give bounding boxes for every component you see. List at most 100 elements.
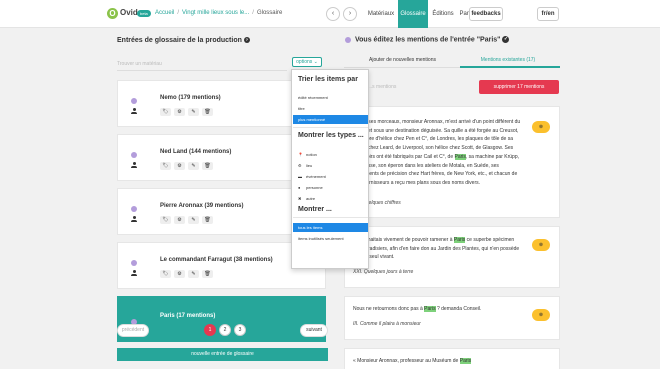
mention-card: Je souhaitais vivement de pouvoir ramene…	[344, 226, 560, 288]
tag-icon[interactable]: 🏷	[160, 162, 171, 170]
new-glossary-entry-button[interactable]: nouvelle entrée de glossaire	[117, 348, 328, 361]
entry-name: Paris (17 mentions)	[160, 313, 216, 319]
feedbacks-button[interactable]: feedbacks	[469, 7, 503, 21]
trash-icon[interactable]: 🗑	[202, 270, 213, 278]
mention-source: XXI. Quelques jours à terre	[353, 269, 414, 275]
trash-icon[interactable]: 🗑	[202, 162, 213, 170]
show-option-all[interactable]: tous les items	[293, 223, 368, 232]
page-3-button[interactable]: 3	[234, 324, 246, 336]
settings-icon[interactable]: ⚙	[174, 270, 185, 278]
tab-underline	[344, 67, 460, 68]
mention-card: ...e de ses morceaux, monsieur Aronnax, …	[344, 106, 560, 218]
glossary-title-text: Entrées de glossaire de la production	[117, 37, 242, 44]
breadcrumb: Accueil / Vingt mille lieux sous le... / Glo…	[155, 10, 283, 16]
mention-text: ...e de ses morceaux, monsieur Aronnax, …	[353, 119, 521, 186]
filter-underline	[117, 70, 287, 71]
sort-header: Trier les items par	[298, 76, 358, 83]
page-2-button[interactable]: 2	[219, 324, 231, 336]
breadcrumb-home[interactable]: Accueil	[155, 10, 174, 16]
show-option-unused[interactable]: items inutilisés seulement	[293, 234, 368, 243]
divider	[293, 217, 368, 218]
edit-icon[interactable]: ✎	[188, 216, 199, 224]
mention-text: Nous ne retournons donc pas à Paris ? de…	[353, 306, 482, 312]
entry-name: Nemo (179 mentions)	[160, 95, 221, 101]
mention-text: « Monsieur Aronnax, professeur au Muséum…	[353, 358, 472, 364]
entry-actions: 🏷 ⚙ ✎ 🗑	[160, 162, 216, 170]
entry-actions: 🏷 ⚙ ✎ 🗑	[160, 216, 216, 224]
settings-icon[interactable]: ⚙	[174, 216, 185, 224]
type-option-notion[interactable]: 📍 notion	[293, 150, 368, 159]
previous-page-button[interactable]: précédent	[117, 324, 149, 337]
edit-icon[interactable]: ✎	[188, 162, 199, 170]
mention-highlight: Paris	[453, 237, 466, 243]
type-option-evenement[interactable]: ▬ événement	[293, 172, 368, 181]
filter-input[interactable]: Trouver un matériau	[117, 61, 162, 67]
sort-option-most-mentioned[interactable]: plus mentionné	[293, 115, 368, 124]
options-button[interactable]: options ⌄	[292, 57, 322, 67]
nav-materiaux[interactable]: Matériaux	[366, 0, 396, 28]
options-dropdown: Trier les items par édité récemment titr…	[291, 69, 369, 269]
mention-highlight: Paris	[424, 306, 436, 312]
pagination: précédent 1 2 3 suivant	[117, 324, 329, 340]
divider	[293, 127, 368, 128]
remove-mention-button[interactable]: ⊗	[532, 121, 550, 133]
mention-highlight: Paris	[454, 153, 466, 160]
trash-icon[interactable]: 🗑	[202, 108, 213, 116]
entry-name: Ned Land (144 mentions)	[160, 149, 232, 155]
pin-icon: 📍	[298, 152, 303, 157]
entry-actions: 🏷 ⚙ ✎ 🗑	[160, 270, 216, 278]
nav-editions[interactable]: Éditions	[430, 0, 456, 28]
type-option-lieu[interactable]: ⚙ lieu	[293, 161, 368, 170]
top-navbar: O Ovide beta Accueil / Vingt mille lieux s…	[0, 0, 660, 28]
person-icon: ●	[298, 185, 301, 190]
entry-color-dot	[131, 152, 137, 158]
next-arrow-button[interactable]: ›	[343, 7, 357, 21]
beta-badge: beta	[137, 10, 151, 17]
edit-icon[interactable]: ✎	[188, 270, 199, 278]
mention-text: Je souhaitais vivement de pouvoir ramene…	[353, 237, 520, 261]
remove-mention-button[interactable]: ⊗	[532, 309, 550, 321]
entry-name: Le commandant Farragut (38 mentions)	[160, 257, 273, 263]
help-icon[interactable]: ?	[243, 37, 250, 44]
page-1-button[interactable]: 1	[204, 324, 216, 336]
tag-icon[interactable]: 🏷	[160, 108, 171, 116]
entry-color-dot	[131, 98, 137, 104]
person-icon	[131, 162, 137, 168]
previous-arrow-button[interactable]: ‹	[326, 7, 340, 21]
breadcrumb-current: Glossaire	[256, 10, 283, 16]
settings-icon[interactable]: ⚙	[174, 108, 185, 116]
search-mentions-input[interactable]: ...s mentions	[368, 84, 396, 90]
ovide-logo-icon[interactable]: O	[107, 8, 118, 19]
person-icon	[131, 270, 137, 276]
mentions-title: Vous éditez les mentions de l'entrée "Pa…	[355, 36, 510, 43]
shuffle-icon: ✖	[298, 196, 302, 201]
tag-icon[interactable]: 🏷	[160, 270, 171, 278]
delete-all-mentions-button[interactable]: supprimer 17 mentions	[479, 80, 559, 94]
nav-glossaire[interactable]: Glossaire	[398, 0, 428, 28]
sort-option-recent[interactable]: édité récemment	[293, 93, 368, 102]
gear-icon: ⚙	[298, 163, 302, 168]
remove-mention-button[interactable]: ⊗	[532, 239, 550, 251]
person-icon	[131, 108, 137, 114]
entry-color-dot	[131, 260, 137, 266]
trash-icon[interactable]: 🗑	[202, 216, 213, 224]
type-option-autre[interactable]: ✖ autre	[293, 194, 368, 203]
tab-add-mentions[interactable]: Ajouter de nouvelles mentions	[360, 57, 445, 67]
breadcrumb-project[interactable]: Vingt mille lieux sous le...	[182, 10, 249, 16]
entry-color-dot	[345, 37, 351, 43]
language-switch[interactable]: fr/en	[537, 7, 559, 21]
glossary-title: Entrées de glossaire de la production ?	[117, 37, 250, 44]
edit-icon[interactable]: ✎	[188, 108, 199, 116]
sort-option-title[interactable]: titre	[293, 104, 368, 113]
mention-source: III. Comme il plaira à monsieur	[353, 321, 421, 327]
tag-icon[interactable]: 🏷	[160, 216, 171, 224]
settings-icon[interactable]: ⚙	[174, 162, 185, 170]
mention-card: Nous ne retournons donc pas à Paris ? de…	[344, 296, 560, 340]
check-circle-icon: ✓	[502, 36, 510, 43]
entry-color-dot	[131, 206, 137, 212]
calendar-icon: ▬	[298, 174, 302, 179]
type-option-personne[interactable]: ● personne	[293, 183, 368, 192]
next-page-button[interactable]: suivant	[300, 324, 328, 337]
person-icon	[131, 216, 137, 222]
mention-card: « Monsieur Aronnax, professeur au Muséum…	[344, 348, 560, 369]
